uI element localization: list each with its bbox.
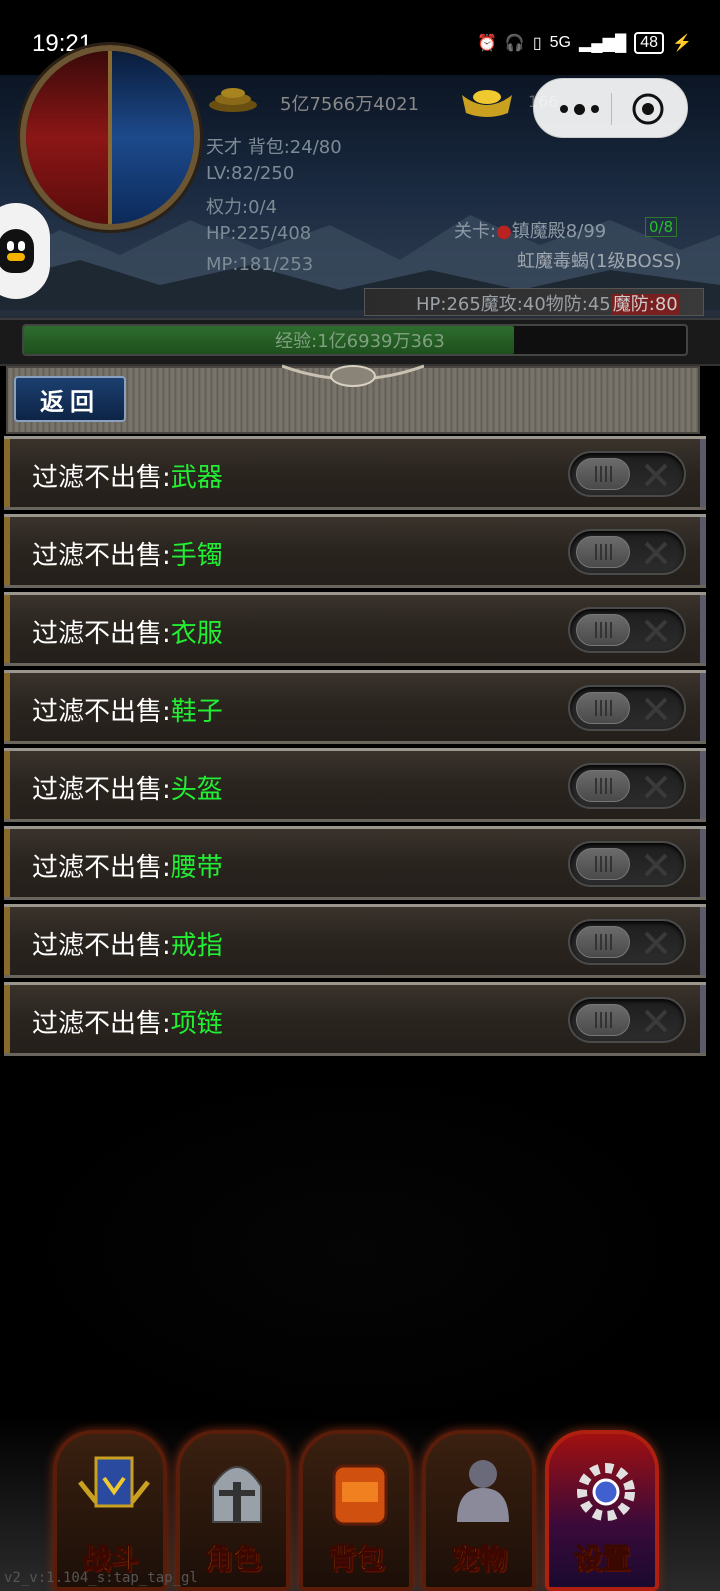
player-mp: MP:181/253 bbox=[206, 254, 314, 275]
nav-button-3[interactable]: 宠物 bbox=[422, 1430, 536, 1591]
off-x-icon bbox=[644, 1009, 668, 1033]
off-x-icon bbox=[644, 931, 668, 955]
filter-toggle[interactable] bbox=[568, 763, 686, 809]
back-button[interactable]: 返回 bbox=[14, 376, 126, 422]
filter-row: 过滤不出售:项链 bbox=[4, 982, 706, 1056]
stage-info[interactable]: 关卡:●镇魔殿8/99 bbox=[454, 217, 606, 243]
headphones-icon: 🎧 bbox=[504, 35, 525, 52]
off-x-icon bbox=[644, 541, 668, 565]
filter-toggle[interactable] bbox=[568, 841, 686, 887]
battery-icon: 48 bbox=[634, 32, 665, 54]
nav-label: 宠物 bbox=[450, 1542, 507, 1576]
battle-banner-icon bbox=[74, 1452, 154, 1532]
filter-label: 过滤不出售:衣服 bbox=[32, 619, 223, 649]
battery-saver-icon: ▯ bbox=[532, 35, 542, 52]
network-label: 5G bbox=[549, 34, 571, 51]
filter-toggle[interactable] bbox=[568, 529, 686, 575]
filter-row: 过滤不出售:手镯 bbox=[4, 514, 706, 588]
filter-item-name: 手镯 bbox=[170, 541, 223, 571]
miniprogram-capsule bbox=[533, 78, 688, 138]
status-icons: ⏰ 🎧 ▯ 5G ▂▄▆█ 48 ⚡ bbox=[477, 32, 692, 54]
filter-toggle[interactable] bbox=[568, 451, 686, 497]
filter-row: 过滤不出售:头盔 bbox=[4, 748, 706, 822]
monster-stats: HP:265魔攻:40物防:45 魔防:80 bbox=[416, 294, 680, 315]
off-x-icon bbox=[644, 463, 668, 487]
off-x-icon bbox=[644, 775, 668, 799]
filter-label: 过滤不出售:腰带 bbox=[32, 853, 223, 883]
qq-penguin-icon[interactable] bbox=[0, 203, 50, 299]
filter-list: 过滤不出售:武器 过滤不出售:手镯 过滤不出售:衣服 过滤不出售:鞋子 过滤不出售:头盔… bbox=[4, 436, 706, 1060]
filter-label: 过滤不出售:武器 bbox=[32, 463, 223, 493]
ornament-icon bbox=[282, 364, 424, 387]
gold-amount: 5亿7566万4021 bbox=[280, 94, 420, 115]
toggle-knob bbox=[576, 770, 630, 802]
nav-button-2[interactable]: 背包 bbox=[299, 1430, 413, 1591]
filter-item-name: 衣服 bbox=[170, 619, 223, 649]
toggle-knob bbox=[576, 692, 630, 724]
hp-mp-orb bbox=[20, 45, 200, 230]
gold-coins-icon bbox=[209, 88, 257, 112]
off-x-icon bbox=[644, 619, 668, 643]
nav-button-0[interactable]: 战斗 bbox=[53, 1430, 167, 1591]
filter-item-name: 戒指 bbox=[170, 931, 223, 961]
nav-button-1[interactable]: 角色 bbox=[176, 1430, 290, 1591]
charging-icon: ⚡ bbox=[672, 35, 692, 52]
filter-toggle[interactable] bbox=[568, 607, 686, 653]
nav-label: 设置 bbox=[573, 1542, 630, 1576]
title-bag: 天才 背包:24/80 bbox=[206, 137, 342, 158]
toggle-knob bbox=[576, 1004, 630, 1036]
gear-icon bbox=[566, 1452, 646, 1532]
filter-item-name: 鞋子 bbox=[170, 697, 223, 727]
player-hp: HP:225/408 bbox=[206, 223, 312, 244]
filter-label: 过滤不出售:项链 bbox=[32, 1009, 223, 1039]
boss-name: 虹魔毒蝎(1级BOSS) bbox=[517, 251, 682, 272]
filter-item-name: 头盔 bbox=[170, 775, 223, 805]
backpack-icon bbox=[320, 1452, 400, 1532]
level: LV:82/250 bbox=[206, 163, 295, 184]
filter-label: 过滤不出售:鞋子 bbox=[32, 697, 223, 727]
knight-helmet-icon bbox=[197, 1452, 277, 1532]
filter-row: 过滤不出售:戒指 bbox=[4, 904, 706, 978]
filter-row: 过滤不出售:鞋子 bbox=[4, 670, 706, 744]
version-text: v2_v:1.104_s:tap_tap_gl bbox=[4, 1570, 198, 1586]
filter-row: 过滤不出售:衣服 bbox=[4, 592, 706, 666]
off-x-icon bbox=[644, 853, 668, 877]
gorilla-pet-icon bbox=[443, 1452, 523, 1532]
filter-item-name: 武器 bbox=[170, 463, 223, 493]
nav-label: 背包 bbox=[327, 1542, 384, 1576]
filter-label: 过滤不出售:戒指 bbox=[32, 931, 223, 961]
nav-button-4[interactable]: 设置 bbox=[545, 1430, 659, 1591]
exp-text: 经验:1亿6939万363 bbox=[275, 331, 445, 352]
filter-label: 过滤不出售:手镯 bbox=[32, 541, 223, 571]
filter-item-name: 腰带 bbox=[170, 853, 223, 883]
alarm-icon: ⏰ bbox=[477, 35, 497, 52]
close-miniprogram-icon[interactable] bbox=[630, 91, 666, 127]
filter-label: 过滤不出售:头盔 bbox=[32, 775, 223, 805]
stage-progress-tag: 0/8 bbox=[645, 217, 678, 237]
toggle-knob bbox=[576, 926, 630, 958]
toggle-knob bbox=[576, 458, 630, 490]
filter-toggle[interactable] bbox=[568, 997, 686, 1043]
toggle-knob bbox=[576, 848, 630, 880]
signal-icon: ▂▄▆█ bbox=[579, 35, 627, 52]
filter-row: 过滤不出售:腰带 bbox=[4, 826, 706, 900]
off-x-icon bbox=[644, 697, 668, 721]
filter-row: 过滤不出售:武器 bbox=[4, 436, 706, 510]
toggle-knob bbox=[576, 536, 630, 568]
filter-toggle[interactable] bbox=[568, 685, 686, 731]
gold-ingot-icon bbox=[462, 90, 512, 117]
filter-item-name: 项链 bbox=[170, 1009, 223, 1039]
empty-area bbox=[4, 1060, 706, 1440]
power: 权力:0/4 bbox=[206, 197, 278, 218]
filter-toggle[interactable] bbox=[568, 919, 686, 965]
stage-marker-icon: ● bbox=[496, 221, 512, 242]
toggle-knob bbox=[576, 614, 630, 646]
more-options-button[interactable] bbox=[552, 87, 607, 131]
